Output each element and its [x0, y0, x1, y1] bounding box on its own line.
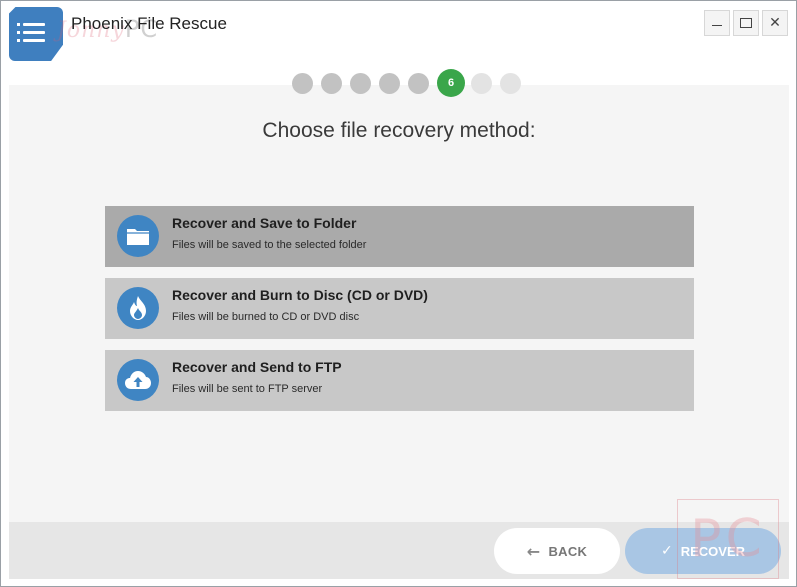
option-description: Files will be sent to FTP server	[172, 383, 323, 395]
recover-button-label: RECOVER	[680, 543, 746, 559]
folder-icon	[117, 215, 159, 257]
back-button[interactable]: ← BACK	[494, 528, 620, 574]
option-title: Recover and Send to FTP	[172, 359, 342, 375]
option-title: Recover and Burn to Disc (CD or DVD)	[172, 287, 428, 303]
option-description: Files will be saved to the selected fold…	[172, 239, 367, 251]
maximize-icon	[740, 18, 752, 28]
close-icon: ✕	[769, 15, 781, 31]
arrow-left-icon: ←	[526, 541, 541, 561]
app-window: JonnyPC Phoenix File Rescue ✕ Choose fil…	[0, 0, 797, 587]
page-heading: Choose file recovery method:	[262, 119, 536, 142]
step-dot	[379, 72, 400, 94]
check-icon: ✓	[660, 543, 673, 559]
step-dot	[500, 72, 521, 94]
footer-bar: ← BACK ✓ RECOVER	[9, 522, 789, 579]
option-title: Recover and Save to Folder	[172, 215, 357, 231]
step-indicator: 6	[292, 69, 529, 97]
flame-icon	[117, 287, 159, 329]
app-logo-icon	[9, 7, 63, 61]
step-dot	[350, 72, 371, 94]
app-title: Phoenix File Rescue	[71, 14, 227, 33]
close-button[interactable]: ✕	[762, 10, 788, 36]
maximize-button[interactable]	[733, 10, 759, 36]
minimize-icon	[712, 24, 722, 26]
option-description: Files will be burned to CD or DVD disc	[172, 311, 360, 323]
option-send-to-ftp[interactable]: Recover and Send to FTP Files will be se…	[105, 350, 694, 411]
step-dot-current: 6	[437, 69, 465, 97]
step-dot	[471, 72, 492, 94]
menu-lines-icon	[17, 23, 45, 47]
recover-button[interactable]: ✓ RECOVER	[625, 528, 781, 574]
step-dot	[408, 72, 429, 94]
minimize-button[interactable]	[704, 10, 730, 36]
cloud-upload-icon	[117, 359, 159, 401]
step-dot	[321, 72, 342, 94]
option-save-to-folder[interactable]: Recover and Save to Folder Files will be…	[105, 206, 694, 267]
main-panel: Choose file recovery method: Recover and…	[9, 85, 789, 522]
step-dot	[292, 72, 313, 94]
back-button-label: BACK	[548, 543, 588, 559]
option-burn-to-disc[interactable]: Recover and Burn to Disc (CD or DVD) Fil…	[105, 278, 694, 339]
